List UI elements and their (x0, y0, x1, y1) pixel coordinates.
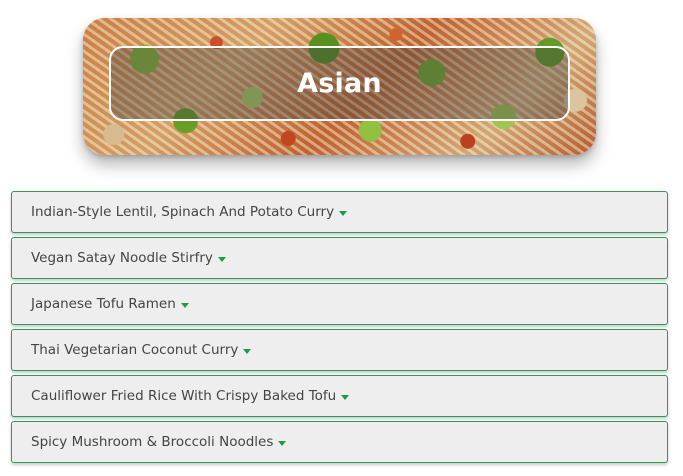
chevron-down-icon (278, 440, 287, 446)
category-title: Asian (297, 68, 382, 99)
recipe-item-tofu-ramen[interactable]: Japanese Tofu Ramen (11, 283, 668, 325)
recipe-item-satay-noodle[interactable]: Vegan Satay Noodle Stirfry (11, 237, 668, 279)
chevron-down-icon (217, 256, 226, 262)
recipe-label: Cauliflower Fried Rice With Crispy Baked… (31, 388, 337, 404)
recipe-item-cauliflower-rice[interactable]: Cauliflower Fried Rice With Crispy Baked… (11, 375, 668, 417)
chevron-down-icon (180, 302, 189, 308)
recipe-label: Vegan Satay Noodle Stirfry (31, 250, 213, 266)
recipe-label: Spicy Mushroom & Broccoli Noodles (31, 434, 274, 450)
recipe-item-coconut-curry[interactable]: Thai Vegetarian Coconut Curry (11, 329, 668, 371)
recipe-item-lentil-curry[interactable]: Indian-Style Lentil, Spinach And Potato … (11, 191, 668, 233)
category-title-frame: Asian (109, 46, 570, 121)
chevron-down-icon (339, 210, 348, 216)
recipe-item-mushroom-noodles[interactable]: Spicy Mushroom & Broccoli Noodles (11, 421, 668, 463)
category-hero-image: Asian (83, 18, 596, 155)
recipe-label: Indian-Style Lentil, Spinach And Potato … (31, 204, 335, 220)
chevron-down-icon (243, 348, 252, 354)
recipe-label: Japanese Tofu Ramen (31, 296, 176, 312)
page: Asian Indian-Style Lentil, Spinach And P… (0, 0, 683, 476)
recipe-label: Thai Vegetarian Coconut Curry (31, 342, 239, 358)
chevron-down-icon (341, 394, 350, 400)
recipe-list: Indian-Style Lentil, Spinach And Potato … (11, 191, 668, 467)
